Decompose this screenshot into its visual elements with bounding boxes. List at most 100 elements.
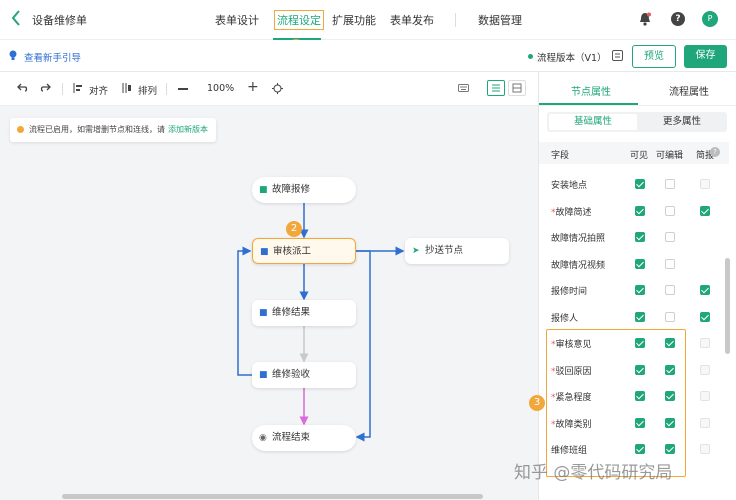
edge-check-loop-review (237, 246, 252, 376)
avatar[interactable]: P (702, 11, 718, 27)
editable-checkbox[interactable] (665, 311, 675, 322)
brief-checkbox[interactable] (700, 205, 710, 216)
guide-link[interactable]: 查看新手引导 (24, 50, 81, 64)
tab-form-design[interactable]: 表单设计 (215, 12, 259, 28)
visible-checkbox[interactable] (635, 364, 645, 375)
field-label-text: 故障简述 (555, 207, 592, 218)
user-icon: ■ (259, 308, 268, 318)
editable-checkbox[interactable] (665, 258, 675, 269)
visible-checkbox[interactable] (635, 417, 645, 428)
subtab-more[interactable]: 更多属性 (639, 114, 725, 130)
visible-checkbox[interactable] (635, 338, 645, 348)
tab-flow-settings[interactable]: 流程设定 (274, 10, 324, 30)
brief-checkbox[interactable] (700, 285, 710, 295)
tab-node-properties[interactable]: 节点属性 (571, 83, 611, 98)
version-dot (528, 54, 533, 59)
field-row: 报修时间 (539, 280, 725, 300)
grid-view-icon[interactable] (508, 80, 526, 96)
undo-icon[interactable] (17, 83, 28, 96)
vertical-scrollbar[interactable] (725, 258, 730, 354)
visible-checkbox[interactable] (635, 391, 645, 401)
field-label-text: 安装地点 (551, 181, 588, 191)
arrange-button-label[interactable]: 排列 (138, 83, 157, 97)
locate-icon[interactable] (272, 83, 283, 97)
field-label: 安装地点 (551, 178, 587, 191)
app-title: 设备维修单 (32, 14, 87, 27)
field-row: *审核意见 (539, 333, 725, 353)
node-copy[interactable]: ➤ 抄送节点 (405, 238, 509, 264)
field-label: *审核意见 (551, 337, 592, 350)
visible-checkbox[interactable] (635, 285, 645, 295)
editable-checkbox[interactable] (665, 179, 675, 189)
visible-checkbox[interactable] (635, 232, 645, 242)
header-field: 字段 (551, 151, 570, 161)
field-label: 维修班组 (551, 443, 587, 456)
align-icon[interactable] (73, 83, 83, 96)
chevron-left-icon[interactable] (10, 9, 22, 30)
keyboard-icon[interactable] (458, 84, 469, 95)
user-icon: ■ (260, 247, 269, 257)
redo-icon[interactable] (40, 83, 51, 96)
field-label: 报修时间 (551, 284, 587, 297)
toolbar-divider (62, 83, 63, 95)
field-label: *驳回原因 (551, 364, 592, 377)
visible-checkbox[interactable] (635, 311, 645, 322)
flow-version[interactable]: 流程版本（V1） (537, 50, 607, 64)
field-row: 故障情况视频 (539, 254, 725, 274)
node-end[interactable]: ◉ 流程结束 (252, 425, 356, 451)
visible-checkbox[interactable] (635, 179, 645, 189)
node-review[interactable]: ■ 审核派工 (252, 238, 356, 264)
visible-checkbox[interactable] (635, 205, 645, 216)
watermark: 知乎 @零代码研究局 (514, 463, 673, 483)
brief-checkbox (700, 391, 710, 401)
editable-checkbox[interactable] (665, 285, 675, 295)
node-result[interactable]: ■ 维修结果 (252, 300, 356, 326)
editable-checkbox[interactable] (665, 205, 675, 216)
subtab-basic[interactable]: 基础属性 (549, 114, 637, 130)
notes-icon[interactable] (612, 50, 623, 64)
list-view-icon[interactable] (487, 80, 505, 96)
editable-checkbox[interactable] (665, 338, 675, 348)
tab-data-management[interactable]: 数据管理 (478, 12, 522, 28)
visible-checkbox[interactable] (635, 258, 645, 269)
field-row: *故障类别 (539, 413, 725, 433)
node-start[interactable]: ■ 故障报修 (252, 177, 356, 203)
annotation-badge-2: 2 (286, 221, 302, 237)
arrange-icon[interactable] (122, 83, 132, 96)
align-button-label[interactable]: 对齐 (89, 83, 108, 97)
tab-extensions[interactable]: 扩展功能 (332, 12, 376, 28)
bell-icon[interactable] (639, 12, 651, 29)
save-button[interactable]: 保存 (684, 45, 727, 68)
tab-flow-properties[interactable]: 流程属性 (669, 83, 709, 98)
field-row: *紧急程度 (539, 386, 725, 406)
help-icon[interactable]: ? (671, 12, 685, 26)
field-row: 安装地点 (539, 174, 725, 194)
field-label: 故障情况拍照 (551, 231, 605, 244)
flow-canvas[interactable]: 流程已启用，如需增删节点和连线，请 添加新版本 ■ 故障报修 ■ 审核派工 2 … (0, 106, 538, 500)
brief-checkbox (700, 179, 710, 189)
lightbulb-icon (9, 50, 17, 64)
editable-checkbox[interactable] (665, 444, 675, 454)
field-row: 维修班组 (539, 439, 725, 459)
editable-checkbox[interactable] (665, 364, 675, 375)
field-row: *驳回原因 (539, 360, 725, 380)
zoom-level: 100% (207, 83, 235, 94)
node-check[interactable]: ■ 维修验收 (252, 362, 356, 388)
nav-divider (455, 13, 456, 27)
info-icon[interactable]: ? (710, 147, 720, 157)
header-visible: 可见 (630, 151, 649, 161)
preview-button[interactable]: 预览 (632, 45, 676, 68)
tab-form-publish[interactable]: 表单发布 (390, 12, 434, 28)
visible-checkbox[interactable] (635, 444, 645, 454)
field-label: 报修人 (551, 311, 578, 324)
brief-checkbox (700, 417, 710, 428)
send-icon: ➤ (412, 246, 420, 256)
editable-checkbox[interactable] (665, 391, 675, 401)
brief-checkbox[interactable] (700, 311, 710, 322)
editable-checkbox[interactable] (665, 417, 675, 428)
horizontal-scrollbar[interactable] (62, 494, 483, 499)
panel-tab-divider (539, 105, 736, 106)
zoom-out-icon[interactable] (178, 88, 188, 90)
zoom-in-icon[interactable]: + (247, 79, 259, 95)
editable-checkbox[interactable] (665, 232, 675, 242)
